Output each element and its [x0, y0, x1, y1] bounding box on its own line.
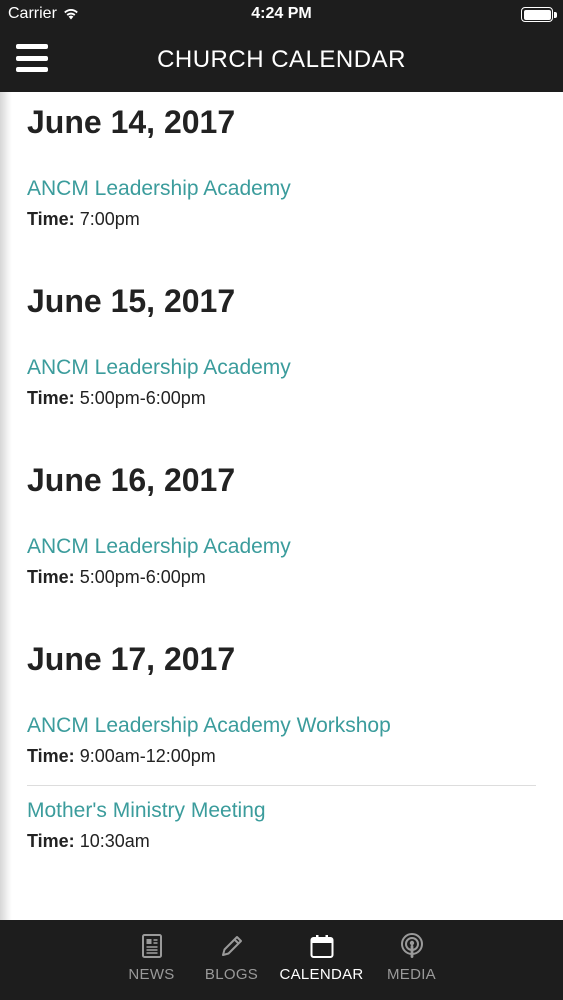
- time-value: 7:00pm: [79, 209, 140, 229]
- tab-calendar[interactable]: CALENDAR: [272, 920, 372, 1000]
- event-item[interactable]: ANCM Leadership Academy Workshop Time: 9…: [27, 691, 536, 786]
- day-date: June 17, 2017: [27, 641, 236, 677]
- event-title-link[interactable]: ANCM Leadership Academy: [27, 174, 536, 204]
- calendar-day: June 15, 2017 ANCM Leadership Academy Ti…: [0, 234, 563, 413]
- time-value: 5:00pm-6:00pm: [79, 388, 206, 408]
- event-title-link[interactable]: ANCM Leadership Academy Workshop: [27, 711, 536, 741]
- time-label: Time:: [27, 209, 75, 229]
- calendar-day: June 16, 2017 ANCM Leadership Academy Ti…: [0, 413, 563, 592]
- pencil-icon: [221, 936, 242, 956]
- calendar-day: June 14, 2017 ANCM Leadership Academy Ti…: [0, 92, 563, 234]
- event-item[interactable]: ANCM Leadership Academy Time: 7:00pm: [27, 154, 536, 234]
- tab-blogs[interactable]: BLOGS: [192, 920, 272, 1000]
- status-bar: Carrier 4:24 PM: [0, 0, 563, 28]
- event-title-link[interactable]: ANCM Leadership Academy: [27, 353, 536, 383]
- day-date: June 14, 2017: [27, 104, 236, 140]
- tab-news[interactable]: NEWS: [112, 920, 192, 1000]
- calendar-icon: [310, 935, 333, 958]
- event-time: Time: 10:30am: [27, 826, 536, 856]
- event-item[interactable]: ANCM Leadership Academy Time: 5:00pm-6:0…: [27, 333, 536, 413]
- tab-label: MEDIA: [386, 966, 436, 983]
- tab-label: BLOGS: [204, 966, 259, 983]
- day-date: June 15, 2017: [27, 283, 236, 319]
- podcast-icon: [400, 933, 423, 958]
- event-time: Time: 7:00pm: [27, 204, 536, 234]
- time-label: Time:: [27, 567, 75, 587]
- tab-media[interactable]: MEDIA: [372, 920, 452, 1000]
- event-time: Time: 5:00pm-6:00pm: [27, 383, 536, 413]
- day-date: June 16, 2017: [27, 462, 236, 498]
- status-time: 4:24 PM: [251, 5, 312, 22]
- battery-icon: [521, 7, 557, 22]
- tab-label: CALENDAR: [279, 966, 364, 983]
- drawer-edge-shadow: [0, 92, 12, 920]
- tab-label: NEWS: [128, 966, 175, 983]
- calendar-list[interactable]: June 14, 2017 ANCM Leadership Academy Ti…: [0, 92, 563, 920]
- calendar-day: June 17, 2017 ANCM Leadership Academy Wo…: [0, 592, 563, 856]
- page-title: CHURCH CALENDAR: [157, 46, 406, 73]
- time-value: 5:00pm-6:00pm: [79, 567, 206, 587]
- event-item[interactable]: Mother's Ministry Meeting Time: 10:30am: [27, 786, 536, 856]
- event-title-link[interactable]: ANCM Leadership Academy: [27, 532, 536, 562]
- time-label: Time:: [27, 388, 75, 408]
- time-value: 10:30am: [79, 831, 150, 851]
- event-time: Time: 9:00am-12:00pm: [27, 741, 536, 771]
- tab-bar: NEWS BLOGS CALENDAR MEDIA: [0, 920, 563, 1000]
- time-value: 9:00am-12:00pm: [79, 746, 216, 766]
- time-label: Time:: [27, 746, 75, 766]
- event-item[interactable]: ANCM Leadership Academy Time: 5:00pm-6:0…: [27, 512, 536, 592]
- nav-bar: CHURCH CALENDAR: [0, 28, 563, 92]
- time-label: Time:: [27, 831, 75, 851]
- event-time: Time: 5:00pm-6:00pm: [27, 562, 536, 592]
- event-title-link[interactable]: Mother's Ministry Meeting: [27, 796, 536, 826]
- newspaper-icon: [141, 934, 162, 958]
